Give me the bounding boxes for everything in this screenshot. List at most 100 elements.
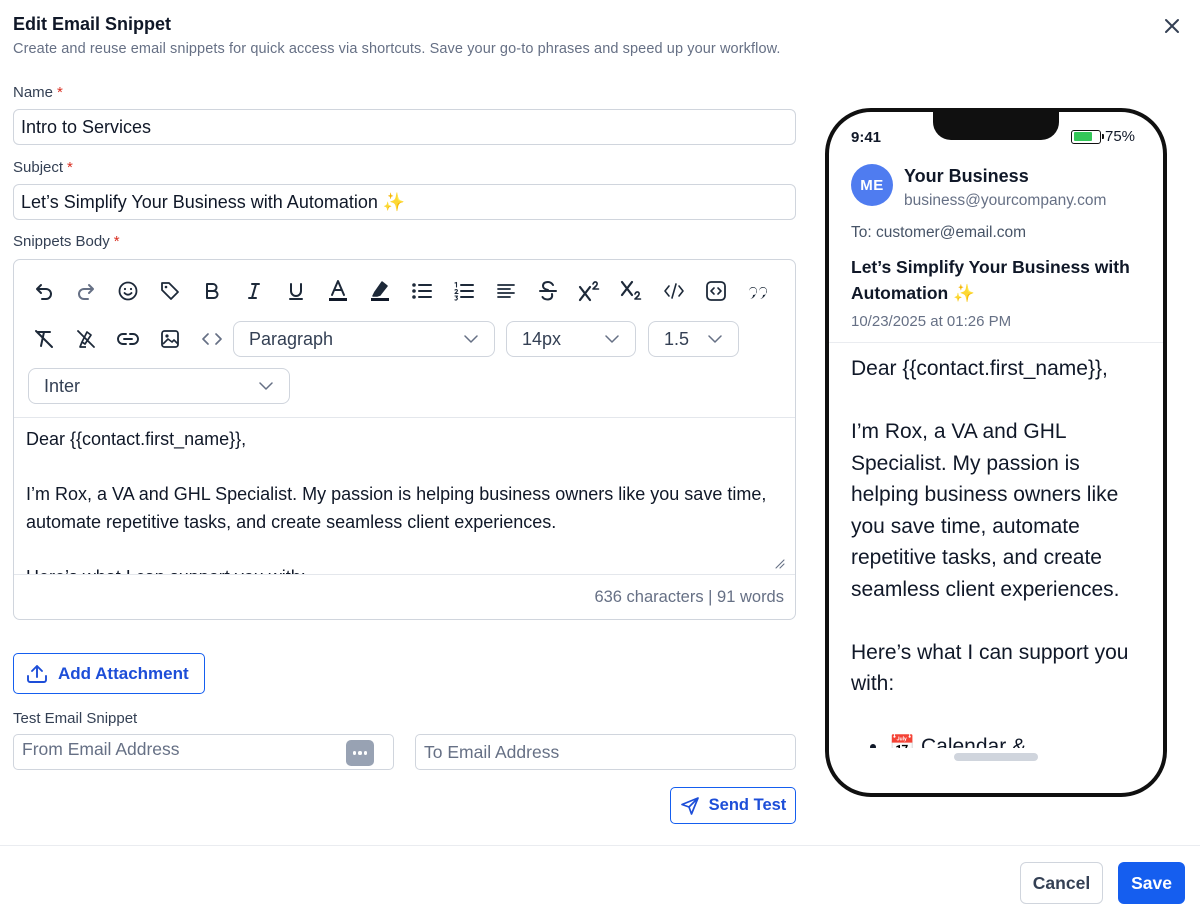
numbered-list-icon bbox=[454, 281, 474, 301]
subscript-icon bbox=[620, 280, 642, 300]
numbered-list-button[interactable] bbox=[443, 274, 485, 308]
preview-subject: Let’s Simplify Your Business with Automa… bbox=[851, 257, 1130, 303]
redo-button[interactable] bbox=[65, 274, 107, 308]
preview-paragraph: Dear {{contact.first_name}}, bbox=[851, 357, 1108, 380]
avatar: ME bbox=[851, 164, 893, 206]
chevron-down-icon bbox=[708, 335, 722, 343]
editor-footer-divider bbox=[14, 574, 795, 575]
tag-button[interactable] bbox=[149, 274, 191, 308]
to-email-input[interactable]: To Email Address bbox=[415, 734, 796, 770]
tag-icon bbox=[161, 282, 179, 300]
code-button[interactable] bbox=[653, 274, 695, 308]
from-email-input[interactable]: From Email Address bbox=[13, 734, 394, 770]
clear-highlight-icon bbox=[77, 330, 95, 348]
chevron-down-icon bbox=[605, 335, 619, 343]
required-mark: * bbox=[67, 159, 73, 176]
subject-label: Subject * bbox=[13, 159, 73, 176]
code-block-button[interactable] bbox=[695, 274, 737, 308]
italic-button[interactable] bbox=[233, 274, 275, 308]
required-mark: * bbox=[113, 233, 120, 250]
body-line bbox=[26, 536, 783, 564]
preview-paragraph bbox=[851, 605, 1151, 637]
preview-bullet-list: 📅 Calendar & bbox=[889, 731, 1151, 748]
underline-button[interactable] bbox=[275, 274, 317, 308]
name-label: Name * bbox=[13, 84, 63, 101]
align-button[interactable] bbox=[485, 274, 527, 308]
rich-text-editor: Paragraph 14px 1.5 Inter Dear {{contact.… bbox=[13, 259, 796, 620]
text-color-button[interactable] bbox=[317, 274, 359, 308]
chevron-down-icon bbox=[464, 335, 478, 343]
modal-title: Edit Email Snippet bbox=[13, 14, 172, 34]
cancel-button[interactable]: Cancel bbox=[1020, 862, 1103, 904]
strikethrough-icon bbox=[539, 280, 557, 301]
line-height-select-value: 1.5 bbox=[664, 328, 690, 349]
resize-handle-icon[interactable] bbox=[773, 557, 785, 569]
send-test-label: Send Test bbox=[708, 796, 787, 814]
close-button[interactable] bbox=[1160, 14, 1184, 38]
preview-paragraph: Here’s what I can support you with: bbox=[851, 640, 1129, 696]
subject-label-text: Subject bbox=[13, 159, 64, 176]
modal-description: Create and reuse email snippets for quic… bbox=[13, 41, 781, 57]
to-email-placeholder: To Email Address bbox=[424, 741, 560, 762]
bold-button[interactable] bbox=[191, 274, 233, 308]
preview-paragraph bbox=[851, 385, 1151, 417]
bullet-list-button[interactable] bbox=[401, 274, 443, 308]
quote-icon bbox=[749, 287, 767, 299]
footer-divider bbox=[0, 845, 1200, 846]
preview-bullet-item: 📅 Calendar & bbox=[889, 731, 1151, 748]
font-family-select[interactable]: Inter bbox=[28, 368, 290, 404]
strikethrough-button[interactable] bbox=[527, 274, 569, 308]
body-line bbox=[26, 454, 783, 482]
status-time: 9:41 bbox=[851, 129, 882, 146]
close-icon bbox=[1165, 19, 1179, 33]
subject-input[interactable]: Let’s Simplify Your Business with Automa… bbox=[13, 184, 796, 220]
character-count: 636 characters | 91 words bbox=[594, 588, 784, 606]
emoji-icon bbox=[118, 281, 138, 301]
add-attachment-button[interactable]: Add Attachment bbox=[13, 653, 205, 694]
name-input[interactable]: Intro to Services bbox=[13, 109, 796, 145]
sender-name: Your Business bbox=[904, 166, 1029, 186]
undo-button[interactable] bbox=[23, 274, 65, 308]
paragraph-select[interactable]: Paragraph bbox=[233, 321, 495, 357]
clear-highlight-button[interactable] bbox=[65, 322, 107, 356]
body-line: Here’s what I can support you with: bbox=[26, 564, 783, 575]
line-height-select[interactable]: 1.5 bbox=[648, 321, 739, 357]
body-line: I’m Rox, a VA and GHL Specialist. My pas… bbox=[26, 484, 767, 532]
more-options-icon[interactable] bbox=[346, 740, 374, 766]
battery-icon bbox=[1071, 129, 1104, 144]
preview-divider bbox=[829, 342, 1163, 343]
required-mark: * bbox=[57, 84, 63, 101]
sender-email: business@yourcompany.com bbox=[904, 192, 1107, 209]
code-block-icon bbox=[706, 281, 726, 301]
font-family-select-value: Inter bbox=[44, 375, 81, 396]
emoji-button[interactable] bbox=[107, 274, 149, 308]
bullet-list-icon bbox=[412, 283, 432, 299]
link-icon bbox=[117, 333, 139, 345]
body-line: Dear {{contact.first_name}}, bbox=[26, 429, 247, 449]
paragraph-select-value: Paragraph bbox=[249, 328, 334, 349]
battery-percent: 75% bbox=[1105, 128, 1136, 145]
underline-icon bbox=[289, 283, 303, 300]
font-size-select-value: 14px bbox=[522, 328, 562, 349]
send-test-button[interactable]: Send Test bbox=[670, 787, 796, 824]
superscript-button[interactable] bbox=[569, 274, 611, 308]
editor-content[interactable]: Dear {{contact.first_name}}, I’m Rox, a … bbox=[14, 418, 795, 574]
quote-button[interactable] bbox=[737, 274, 779, 308]
bold-icon bbox=[206, 283, 219, 299]
source-code-icon bbox=[202, 333, 222, 345]
send-icon bbox=[680, 796, 699, 815]
highlight-button[interactable] bbox=[359, 274, 401, 308]
font-size-select[interactable]: 14px bbox=[506, 321, 636, 357]
recipient-line: To: customer@email.com bbox=[851, 224, 1027, 241]
source-code-button[interactable] bbox=[191, 322, 233, 356]
image-button[interactable] bbox=[149, 322, 191, 356]
image-icon bbox=[161, 330, 179, 348]
link-button[interactable] bbox=[107, 322, 149, 356]
save-button[interactable]: Save bbox=[1118, 862, 1185, 904]
preview-date: 10/23/2025 at 01:26 PM bbox=[851, 313, 1012, 330]
add-attachment-label: Add Attachment bbox=[58, 663, 189, 683]
code-icon bbox=[664, 283, 684, 299]
clear-format-button[interactable] bbox=[23, 322, 65, 356]
subscript-button[interactable] bbox=[611, 274, 653, 308]
battery-status: 75% bbox=[1071, 128, 1135, 145]
